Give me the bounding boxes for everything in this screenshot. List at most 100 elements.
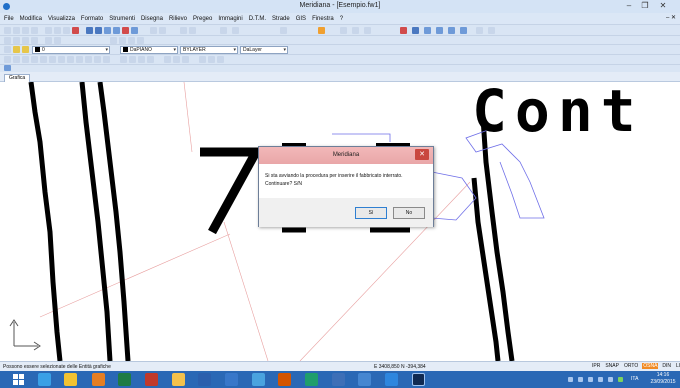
properties-icon[interactable] [159,27,166,34]
viewer-icon[interactable] [332,373,345,386]
open-file-icon[interactable] [13,27,20,34]
parcel-icon[interactable] [208,56,215,63]
publisher-icon[interactable] [305,373,318,386]
undo-icon[interactable] [86,27,93,34]
chamfer-icon[interactable] [67,56,74,63]
chrome-icon[interactable] [64,373,77,386]
menu-rilievo[interactable]: Rilievo [169,16,187,22]
menu-finestra[interactable]: Finestra [312,16,334,22]
offset-icon[interactable] [22,56,29,63]
no-button[interactable]: No [393,207,425,219]
insert-icon[interactable] [138,56,145,63]
highlight-icon[interactable] [318,27,325,34]
hatch-icon[interactable] [54,37,61,44]
stop-icon[interactable] [122,27,129,34]
redo-icon[interactable] [95,27,102,34]
mirror-icon[interactable] [137,37,144,44]
start-button[interactable] [13,374,25,385]
menu-pregeo[interactable]: Pregeo [193,16,212,22]
clock[interactable]: 14:16 23/09/2015 [648,372,678,386]
move-icon[interactable] [110,37,117,44]
building-icon[interactable] [199,56,206,63]
zoom-in-icon[interactable] [104,27,111,34]
tool-b-icon[interactable] [352,27,359,34]
word-icon[interactable] [198,373,211,386]
text-icon[interactable] [45,37,52,44]
image-icon[interactable] [280,27,287,34]
layer-tool-icon[interactable] [150,27,157,34]
line-icon[interactable] [4,37,11,44]
layer-manager-icon[interactable] [4,46,11,53]
survey-icon[interactable] [173,56,180,63]
firefox-icon[interactable] [92,373,105,386]
area-icon[interactable] [232,27,239,34]
tray-security-icon[interactable] [618,377,623,382]
extend-icon[interactable] [40,56,47,63]
zoom-realtime-icon[interactable] [460,27,467,34]
sun-icon[interactable] [22,46,29,53]
zoom-window-icon[interactable] [131,27,138,34]
mode-orto[interactable]: ORTO [623,363,639,369]
tray-arrow-icon[interactable] [568,377,573,382]
snap-tool-icon[interactable] [189,27,196,34]
menu-dtm[interactable]: D.T.M. [249,16,266,22]
explorer-icon[interactable] [172,373,185,386]
attribute-icon[interactable] [147,56,154,63]
paste-icon[interactable] [63,27,70,34]
mode-din[interactable]: DIN [661,363,672,369]
measure-icon[interactable] [220,27,227,34]
tray-battery-icon[interactable] [598,377,603,382]
tab-grafica[interactable]: Grafica [4,74,31,82]
menu-formato[interactable]: Formato [81,16,103,22]
zoom-out-icon[interactable] [113,27,120,34]
maximize-button[interactable]: ❐ [638,0,652,13]
arc-icon[interactable] [31,37,38,44]
save-icon[interactable] [22,27,29,34]
menu-modifica[interactable]: Modifica [20,16,42,22]
app-window-icon[interactable] [225,373,238,386]
menu-file[interactable]: File [4,16,14,22]
maps-icon[interactable] [252,373,265,386]
block-icon[interactable] [129,56,136,63]
mode-osna[interactable]: OSNA [642,363,659,369]
menu-disegna[interactable]: Disegna [141,16,163,22]
grid-icon[interactable] [180,27,187,34]
mode-snap[interactable]: SNAP [604,363,620,369]
select-icon[interactable] [4,56,11,63]
dimension-icon[interactable] [120,56,127,63]
display-icon[interactable] [358,373,371,386]
delete-icon[interactable] [72,27,79,34]
mode-li[interactable]: LI [675,363,680,369]
help-icon[interactable] [476,27,483,34]
fillet-icon[interactable] [58,56,65,63]
zoom-previous-icon[interactable] [448,27,455,34]
color-select[interactable]: DaPIANO ▾ [120,46,178,54]
minimize-button[interactable]: – [622,0,636,13]
tools-icon[interactable] [278,373,291,386]
boundary-icon[interactable] [217,56,224,63]
cancel-tool-icon[interactable] [400,27,407,34]
tray-flag-icon[interactable] [588,377,593,382]
scale-icon[interactable] [128,37,135,44]
meridiana-taskbar-icon[interactable] [385,373,398,386]
document-window-controls[interactable]: – ✕ [666,14,676,21]
circle-icon[interactable] [22,37,29,44]
menu-immagini[interactable]: Immagini [218,16,242,22]
mode-ipr[interactable]: IPR [591,363,601,369]
cut-icon[interactable] [45,27,52,34]
menu-help[interactable]: ? [340,16,343,22]
lineweight-select[interactable]: DaLayer ▾ [240,46,288,54]
tray-volume-icon[interactable] [608,377,613,382]
pan-icon[interactable] [412,27,419,34]
trim-icon[interactable] [31,56,38,63]
join-icon[interactable] [103,56,110,63]
tool-c-icon[interactable] [364,27,371,34]
dialog-close-icon[interactable]: ✕ [415,149,429,160]
new-file-icon[interactable] [4,27,11,34]
active-app-icon[interactable] [412,373,425,386]
ie-icon[interactable] [38,373,51,386]
zoom-extents-icon[interactable] [424,27,431,34]
array-icon[interactable] [94,56,101,63]
excel-icon[interactable] [118,373,131,386]
linetype-select[interactable]: BYLAYER ▾ [180,46,238,54]
